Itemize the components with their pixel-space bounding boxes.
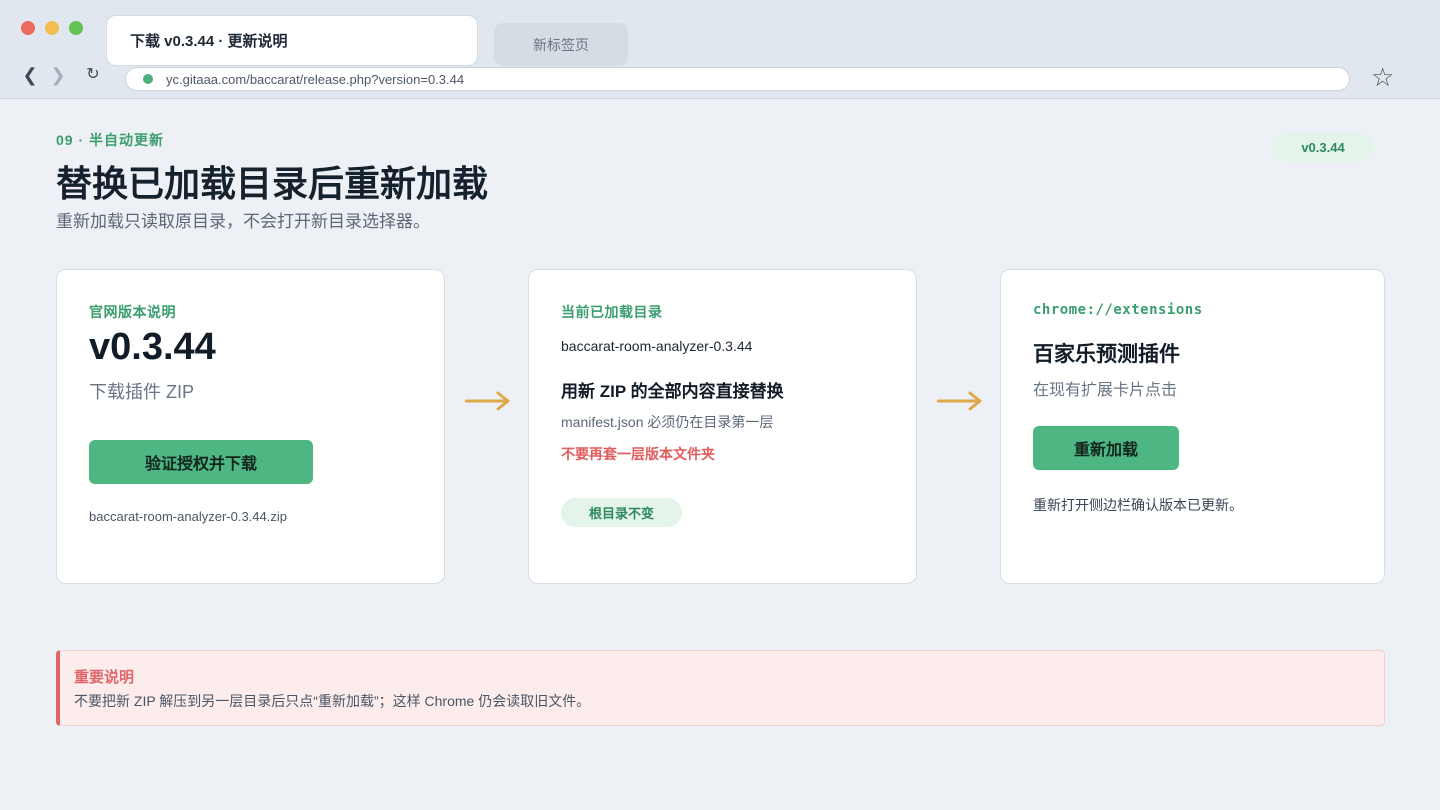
step-eyebrow: 09 · 半自动更新 (56, 132, 165, 148)
secure-indicator-icon (143, 74, 153, 84)
nesting-warning: 不要再套一层版本文件夹 (561, 446, 715, 462)
page-subtitle: 重新加载只读取原目录，不会打开新目录选择器。 (56, 212, 430, 231)
official-version-card: 官网版本说明 v0.3.44 下载插件 ZIP 验证授权并下载 baccarat… (56, 269, 445, 584)
reload-icon[interactable]: ↻ (83, 65, 103, 85)
window-minimize-button[interactable] (45, 21, 59, 35)
tab-new-tab[interactable]: 新标签页 (494, 23, 628, 66)
arrow-right-icon (937, 391, 982, 411)
directory-name: baccarat-room-analyzer-0.3.44 (561, 338, 753, 354)
card-label: 当前已加载目录 (561, 304, 663, 320)
root-unchanged-badge: 根目录不变 (561, 498, 682, 527)
important-notice: 重要说明 不要把新 ZIP 解压到另一层目录后只点“重新加载”；这样 Chrom… (56, 650, 1385, 726)
chrome-extensions-card: chrome://extensions 百家乐预测插件 在现有扩展卡片点击 重新… (1000, 269, 1385, 584)
notice-body: 不要把新 ZIP 解压到另一层目录后只点“重新加载”；这样 Chrome 仍会读… (74, 693, 591, 709)
window-maximize-button[interactable] (69, 21, 83, 35)
tab-title: 新标签页 (533, 36, 589, 53)
window-close-button[interactable] (21, 21, 35, 35)
forward-arrow-icon[interactable]: ❯ (48, 65, 68, 85)
card-label: 官网版本说明 (89, 304, 176, 320)
version-number: v0.3.44 (89, 326, 216, 368)
arrow-right-icon (465, 391, 510, 411)
card-subtitle: 在现有扩展卡片点击 (1033, 382, 1178, 399)
manifest-note: manifest.json 必须仍在目录第一层 (561, 414, 774, 430)
bookmark-star-icon[interactable]: ☆ (1371, 62, 1394, 92)
card-subtitle: 下载插件 ZIP (89, 382, 195, 402)
address-bar[interactable]: yc.gitaaa.com/baccarat/release.php?versi… (125, 67, 1350, 91)
reopen-sidebar-note: 重新打开侧边栏确认版本已更新。 (1033, 497, 1243, 513)
version-badge: v0.3.44 (1272, 133, 1374, 162)
notice-title: 重要说明 (74, 669, 135, 686)
page-title: 替换已加载目录后重新加载 (56, 163, 489, 204)
browser-chrome: 下载 v0.3.44 · 更新说明 新标签页 ❮ ❯ ↻ yc.gitaaa.c… (0, 0, 1440, 99)
card-label: chrome://extensions (1033, 302, 1203, 318)
zip-filename: baccarat-room-analyzer-0.3.44.zip (89, 509, 287, 524)
reload-button[interactable]: 重新加载 (1033, 426, 1179, 470)
loaded-directory-card: 当前已加载目录 baccarat-room-analyzer-0.3.44 用新… (528, 269, 917, 584)
tab-title: 下载 v0.3.44 · 更新说明 (130, 33, 288, 50)
url-text: yc.gitaaa.com/baccarat/release.php?versi… (166, 71, 465, 87)
verify-and-download-button[interactable]: 验证授权并下载 (89, 440, 313, 484)
replace-instruction: 用新 ZIP 的全部内容直接替换 (561, 382, 784, 401)
back-arrow-icon[interactable]: ❮ (20, 65, 40, 85)
plugin-name: 百家乐预测插件 (1033, 343, 1180, 366)
tab-release-notes[interactable]: 下载 v0.3.44 · 更新说明 (106, 15, 478, 66)
